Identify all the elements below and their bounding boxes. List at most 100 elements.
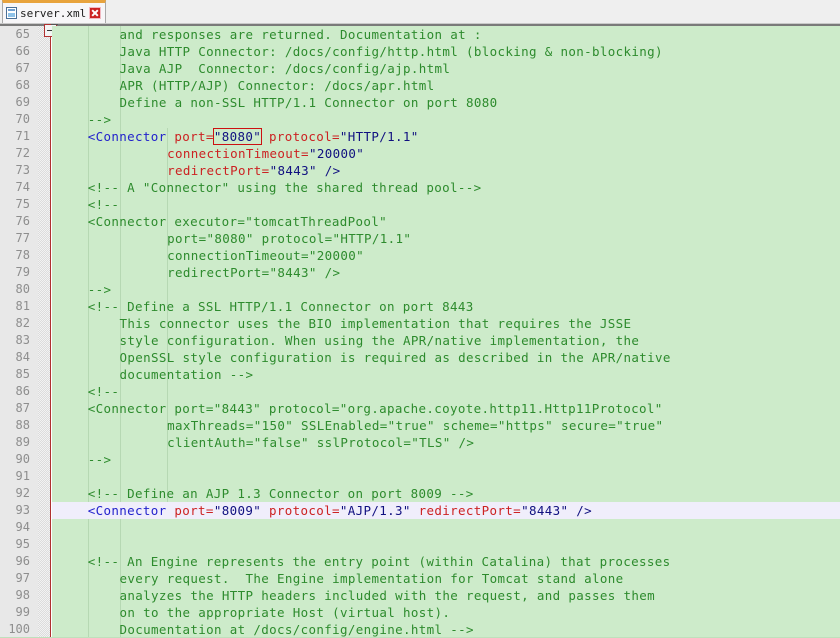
code-line[interactable]: <!-- — [52, 383, 119, 400]
line-number: 72 — [15, 146, 30, 160]
code-line[interactable]: <Connector port="8443" protocol="org.apa… — [52, 400, 663, 417]
code-line[interactable]: <!-- An Engine represents the entry poin… — [52, 553, 671, 570]
line-number: 97 — [15, 571, 30, 585]
code-line[interactable]: redirectPort="8443" /> — [52, 264, 340, 281]
code-token-punct: /> — [568, 503, 592, 518]
line-number: 70 — [15, 112, 30, 126]
code-token-comment: This connector uses the BIO implementati… — [119, 316, 632, 331]
line-number: 74 — [15, 180, 30, 194]
code-line[interactable]: Java AJP Connector: /docs/config/ajp.htm… — [52, 60, 450, 77]
code-token-tag: <Connector — [87, 129, 167, 144]
code-token-attr: port — [174, 129, 206, 144]
code-line[interactable]: <Connector executor="tomcatThreadPool" — [52, 213, 387, 230]
code-token-comment: <Connector port="8443" protocol="org.apa… — [87, 401, 663, 416]
code-token-comment: port="8080" protocol="HTTP/1.1" — [167, 231, 412, 246]
line-number: 78 — [15, 248, 30, 262]
code-line[interactable]: on to the appropriate Host (virtual host… — [52, 604, 450, 621]
code-token-attr: = — [205, 129, 214, 144]
line-number: 76 — [15, 214, 30, 228]
tab-bar: server.xml — [0, 0, 840, 24]
code-line-text: style configuration. When using the APR/… — [52, 332, 639, 349]
code-line[interactable]: port="8080" protocol="HTTP/1.1" — [52, 230, 411, 247]
code-line[interactable]: <!-- — [52, 196, 119, 213]
code-line[interactable]: <!-- Define an AJP 1.3 Connector on port… — [52, 485, 474, 502]
code-line-text: APR (HTTP/AJP) Connector: /docs/apr.html — [52, 77, 435, 94]
code-line-text: and responses are returned. Documentatio… — [52, 26, 482, 43]
code-line-text: <!-- Define an AJP 1.3 Connector on port… — [52, 485, 474, 502]
code-line[interactable]: Define a non-SSL HTTP/1.1 Connector on p… — [52, 94, 498, 111]
code-line[interactable]: <!-- Define a SSL HTTP/1.1 Connector on … — [52, 298, 474, 315]
code-line[interactable]: connectionTimeout="20000" — [52, 145, 364, 162]
code-token-attr: redirectPort — [418, 503, 514, 518]
code-token-comment: --> — [87, 112, 112, 127]
code-token-comment: clientAuth="false" sslProtocol="TLS" /> — [167, 435, 475, 450]
code-line[interactable]: OpenSSL style configuration is required … — [52, 349, 671, 366]
line-number: 84 — [15, 350, 30, 364]
code-line-text: <!-- — [52, 383, 119, 400]
code-line[interactable]: APR (HTTP/AJP) Connector: /docs/apr.html — [52, 77, 435, 94]
code-surface[interactable]: and responses are returned. Documentatio… — [52, 26, 840, 638]
code-token-comment: documentation --> — [119, 367, 254, 382]
code-token-attr: redirectPort — [167, 163, 262, 178]
code-token-comment: maxThreads="150" SSLEnabled="true" schem… — [167, 418, 664, 433]
code-line-text: every request. The Engine implementation… — [52, 570, 624, 587]
code-line-text: clientAuth="false" sslProtocol="TLS" /> — [52, 434, 474, 451]
code-line[interactable]: style configuration. When using the APR/… — [52, 332, 639, 349]
code-line[interactable]: connectionTimeout="20000" — [52, 247, 364, 264]
code-line[interactable]: redirectPort="8443" /> — [52, 162, 340, 179]
code-line[interactable] — [52, 536, 56, 553]
code-line[interactable]: This connector uses the BIO implementati… — [52, 315, 632, 332]
code-line[interactable]: maxThreads="150" SSLEnabled="true" schem… — [52, 417, 663, 434]
code-line[interactable]: every request. The Engine implementation… — [52, 570, 624, 587]
code-line[interactable]: Documentation at /docs/config/engine.htm… — [52, 621, 474, 638]
code-line-text: <!-- A "Connector" using the shared thre… — [52, 179, 482, 196]
code-line-text: --> — [52, 281, 111, 298]
code-line[interactable]: <Connector port="8009" protocol="AJP/1.3… — [52, 502, 840, 519]
code-token-val: "8443" — [269, 163, 317, 178]
code-line-text: connectionTimeout="20000" — [52, 145, 364, 162]
code-token-comment: <!-- — [87, 197, 120, 212]
code-line[interactable] — [52, 519, 56, 536]
code-token-attr: protocol — [268, 503, 332, 518]
code-line-text: <Connector executor="tomcatThreadPool" — [52, 213, 387, 230]
code-line[interactable] — [52, 468, 56, 485]
code-token-comment: <!-- — [87, 384, 120, 399]
close-icon[interactable] — [89, 7, 102, 19]
code-line[interactable]: --> — [52, 451, 111, 468]
line-number: 88 — [15, 418, 30, 432]
line-number: 67 — [15, 61, 30, 75]
code-line[interactable]: analyzes the HTTP headers included with … — [52, 587, 655, 604]
xml-file-icon — [6, 7, 17, 19]
code-line[interactable]: and responses are returned. Documentatio… — [52, 26, 482, 43]
code-token-punct: /> — [316, 163, 341, 178]
code-token-comment: <!-- An Engine represents the entry poin… — [87, 554, 671, 569]
code-token-val: "AJP/1.3" — [339, 503, 411, 518]
code-line[interactable]: Java HTTP Connector: /docs/config/http.h… — [52, 43, 663, 60]
code-token-comment: analyzes the HTTP headers included with … — [119, 588, 656, 603]
code-line[interactable]: clientAuth="false" sslProtocol="TLS" /> — [52, 434, 474, 451]
code-editor[interactable]: 65 66 67 68 69 70 71 72 73 74 75 76 77 78 79 80 81 82 83 84… — [0, 24, 840, 638]
line-number: 80 — [15, 282, 30, 296]
code-token-comment: <!-- Define a SSL HTTP/1.1 Connector on … — [87, 299, 474, 314]
line-number: 91 — [15, 469, 30, 483]
line-number: 83 — [15, 333, 30, 347]
code-token-tag: <Connector — [87, 503, 167, 518]
code-line[interactable]: <Connector port="8080" protocol="HTTP/1.… — [52, 128, 419, 145]
code-line[interactable]: documentation --> — [52, 366, 254, 383]
code-line-text: This connector uses the BIO implementati… — [52, 315, 632, 332]
code-line[interactable]: --> — [52, 281, 111, 298]
tab-server-xml[interactable]: server.xml — [2, 0, 107, 23]
code-line[interactable]: --> — [52, 111, 111, 128]
code-token-val: "8009" — [213, 503, 262, 518]
line-number: 68 — [15, 78, 30, 92]
code-line-text: <!-- Define a SSL HTTP/1.1 Connector on … — [52, 298, 474, 315]
code-line-text: --> — [52, 451, 111, 468]
line-number-gutter: 65 66 67 68 69 70 71 72 73 74 75 76 77 78 79 80 81 82 83 84… — [0, 26, 38, 638]
line-number: 96 — [15, 554, 30, 568]
line-number: 98 — [15, 588, 30, 602]
code-token-comment: Java HTTP Connector: /docs/config/http.h… — [119, 44, 663, 59]
code-line[interactable]: <!-- A "Connector" using the shared thre… — [52, 179, 482, 196]
line-number: 93 — [15, 503, 30, 517]
code-token-attr: = — [331, 129, 340, 144]
